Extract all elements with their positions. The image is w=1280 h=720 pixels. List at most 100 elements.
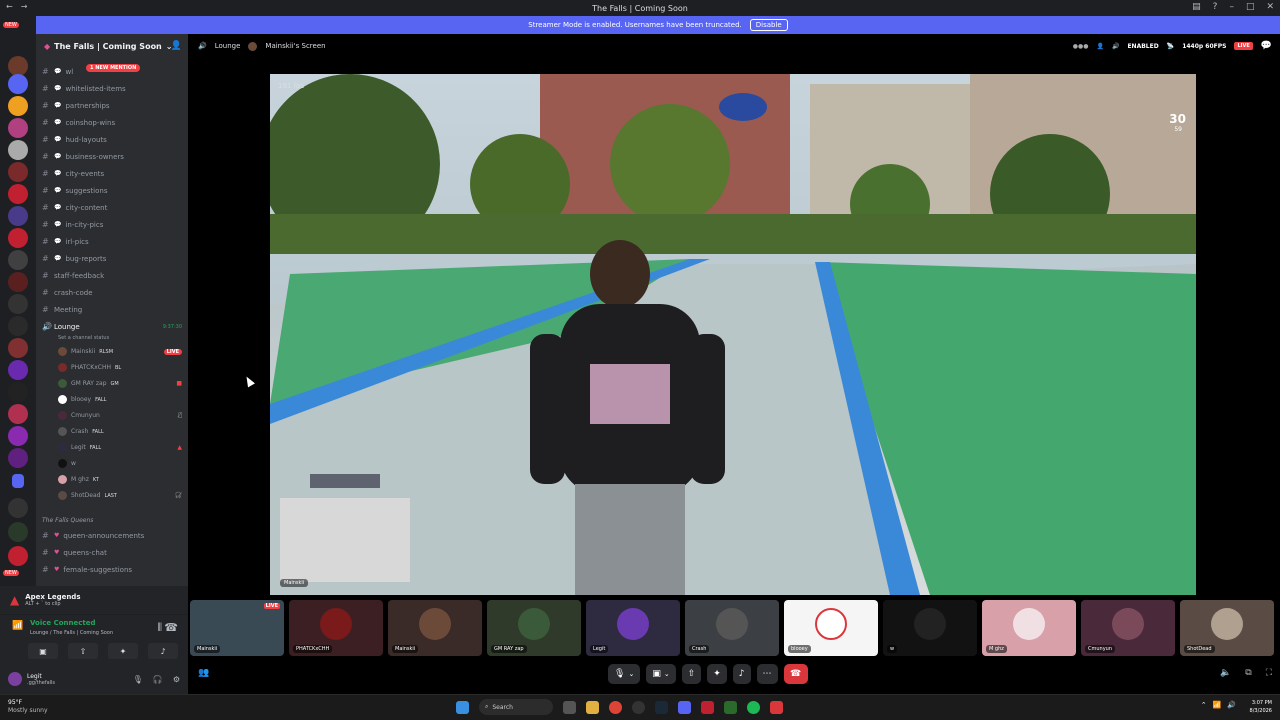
soundboard-button[interactable]: ♪ xyxy=(732,664,751,684)
voice-connected-status[interactable]: Voice Connected xyxy=(30,619,96,627)
channel-item[interactable]: # crash-code xyxy=(42,285,182,300)
inbox-icon[interactable]: ▤ xyxy=(1192,2,1201,12)
channel-item[interactable]: # 💬 city-content xyxy=(42,200,182,215)
server-icon[interactable] xyxy=(8,522,28,542)
participant-tile[interactable]: blooey xyxy=(784,600,878,656)
steam-icon[interactable] xyxy=(655,700,668,714)
chrome-icon[interactable] xyxy=(609,700,622,714)
channel-status[interactable]: Set a channel status xyxy=(58,330,198,345)
server-icon[interactable] xyxy=(8,162,28,182)
server-icon[interactable] xyxy=(8,338,28,358)
activities-button[interactable]: ✦ xyxy=(707,664,727,684)
channel-item[interactable]: # 💬 business-owners xyxy=(42,149,182,164)
server-icon[interactable] xyxy=(8,498,28,518)
file-explorer-icon[interactable] xyxy=(586,700,599,714)
participant-tile[interactable]: LIVE Mainskii xyxy=(190,600,284,656)
screenshare-button[interactable]: ⇧ xyxy=(681,664,702,684)
gear-icon[interactable]: ⚙ xyxy=(173,675,180,684)
participant-tile[interactable]: GM RAY zap xyxy=(487,600,581,656)
camera-button[interactable]: ▣ ⌄ xyxy=(646,664,676,684)
server-icon[interactable] xyxy=(8,140,28,160)
voice-user[interactable]: Crash FALL xyxy=(58,424,182,439)
chat-icon[interactable]: 💬 xyxy=(1261,41,1272,51)
participant-tile[interactable]: Legit xyxy=(586,600,680,656)
channel-item[interactable]: # 💬 whitelisted-items xyxy=(42,81,182,96)
stream-video[interactable]: 191 fps 30 59 Mainskii xyxy=(270,74,1196,595)
channel-item[interactable]: # 💬 in-city-pics xyxy=(42,217,182,232)
mic-icon[interactable]: 🎙 xyxy=(133,675,143,684)
viewer-avatars[interactable]: ●●● xyxy=(1073,43,1089,50)
participant-tile[interactable]: w xyxy=(883,600,977,656)
voice-user[interactable]: ShotDead LAST 🎧̸ xyxy=(58,488,182,503)
channel-item[interactable]: # Meeting xyxy=(42,302,182,317)
channel-item[interactable]: # staff-feedback xyxy=(42,268,182,283)
participant-tile[interactable]: M ghz xyxy=(982,600,1076,656)
folder-icon[interactable] xyxy=(12,474,24,488)
server-icon[interactable] xyxy=(8,184,28,204)
server-icon[interactable] xyxy=(8,96,28,116)
voice-user[interactable]: PHATCKxCHH BL xyxy=(58,360,182,375)
server-header[interactable]: ◆ The Falls | Coming Soon ⌄ 👤 xyxy=(36,34,188,58)
channel-item[interactable]: # 💬 coinshop-wins xyxy=(42,115,182,130)
server-icon[interactable] xyxy=(8,448,28,468)
server-icon[interactable] xyxy=(8,294,28,314)
server-icon[interactable] xyxy=(8,426,28,446)
invite-icon[interactable]: 👤 xyxy=(171,41,182,51)
disable-streamer-mode-button[interactable]: Disable xyxy=(749,19,788,31)
avatar[interactable] xyxy=(8,672,22,686)
noise-suppression-icon[interactable]: ⫴ xyxy=(157,621,162,635)
disconnect-button[interactable]: ☎ xyxy=(783,664,808,684)
system-tray[interactable]: ⌃ 📶 🔊 xyxy=(1201,701,1236,709)
server-icon[interactable] xyxy=(8,382,28,402)
channel-item[interactable]: # ♥ queen-announcements xyxy=(42,528,182,543)
enabled-label[interactable]: ENABLED xyxy=(1127,43,1158,50)
stream-quality[interactable]: 1440p 60FPS xyxy=(1182,43,1226,50)
maximize-icon[interactable]: □ xyxy=(1246,2,1255,12)
app-icon[interactable] xyxy=(701,700,714,714)
windows-start-icon[interactable] xyxy=(456,700,469,714)
task-view-icon[interactable] xyxy=(563,700,576,714)
minimize-icon[interactable]: – xyxy=(1229,2,1234,12)
channel-item[interactable]: # 💬 partnerships xyxy=(42,98,182,113)
voice-user[interactable]: blooey FALL xyxy=(58,392,182,407)
channel-item[interactable]: # 💬 city-events xyxy=(42,166,182,181)
category-header[interactable]: The Falls Queens xyxy=(42,517,93,524)
discord-icon[interactable] xyxy=(678,700,691,714)
channel-item[interactable]: # ♥ female-suggestions xyxy=(42,562,182,577)
voice-user[interactable]: Cmunyun 🎙̸ xyxy=(58,408,182,423)
headphones-icon[interactable]: 🎧 xyxy=(153,675,163,684)
spotify-icon[interactable] xyxy=(747,700,760,714)
voice-location[interactable]: Lounge / The Falls | Coming Soon xyxy=(30,630,113,636)
forward-icon[interactable]: → xyxy=(21,2,28,11)
channel-item[interactable]: # 💬 wl xyxy=(42,64,182,79)
server-icon[interactable] xyxy=(8,404,28,424)
close-icon[interactable]: ✕ xyxy=(1266,2,1274,12)
camera-button[interactable]: ▣ xyxy=(28,643,58,659)
server-icon[interactable] xyxy=(8,546,28,566)
voice-user[interactable]: GM RAY zap GM ■ xyxy=(58,376,182,391)
participant-tile[interactable]: PHATCKxCHH xyxy=(289,600,383,656)
server-icon[interactable] xyxy=(8,360,28,380)
server-icon[interactable] xyxy=(8,250,28,270)
invite-to-activity-icon[interactable]: 👥 xyxy=(198,668,209,678)
obs-icon[interactable] xyxy=(632,700,645,714)
server-icon[interactable] xyxy=(8,272,28,292)
voice-user[interactable]: Mainskii RLSM LIVE xyxy=(58,344,182,359)
activity-panel[interactable]: ▲ Apex Legends ALT + ` to clip xyxy=(0,586,188,614)
server-icon[interactable] xyxy=(8,316,28,336)
channel-item[interactable]: # ♥ queens-chat xyxy=(42,545,182,560)
activities-button[interactable]: ✦ xyxy=(108,643,138,659)
participant-tile[interactable]: Mainskii xyxy=(388,600,482,656)
popout-icon[interactable]: ⧉ xyxy=(1245,668,1251,678)
voice-user[interactable]: Legit FALL ▲ xyxy=(58,440,182,455)
server-icon[interactable] xyxy=(8,228,28,248)
channel-item[interactable]: # 💬 irl-pics xyxy=(42,234,182,249)
participant-tile[interactable]: Cmunyun xyxy=(1081,600,1175,656)
participant-tile[interactable]: Crash xyxy=(685,600,779,656)
voice-user[interactable]: M ghz KT xyxy=(58,472,182,487)
soundboard-button[interactable]: ♪ xyxy=(148,643,178,659)
weather-widget[interactable]: 95°F Mostly sunny xyxy=(8,699,48,715)
server-icon[interactable] xyxy=(8,56,28,76)
help-icon[interactable]: ? xyxy=(1213,2,1218,12)
screenshare-button[interactable]: ⇧ xyxy=(68,643,98,659)
